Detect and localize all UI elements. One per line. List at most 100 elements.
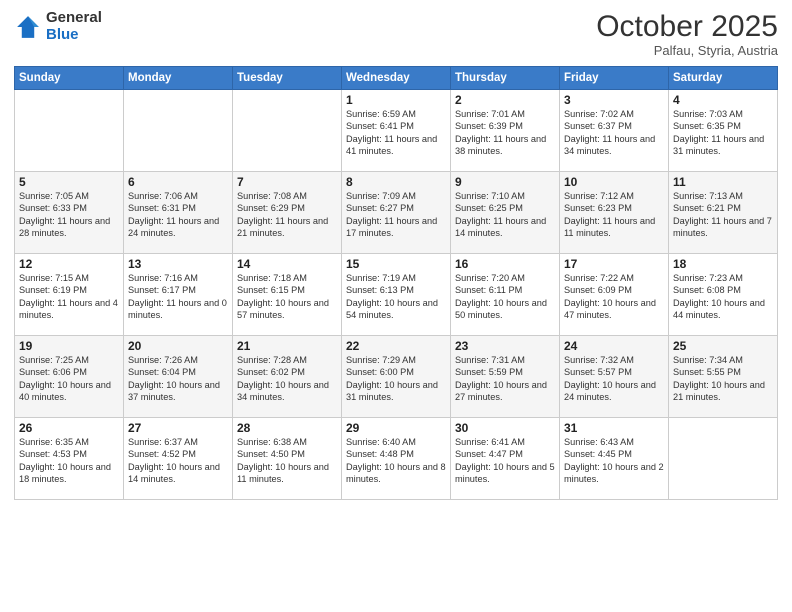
day-number: 26 <box>19 421 119 435</box>
col-wednesday: Wednesday <box>342 67 451 90</box>
col-friday: Friday <box>560 67 669 90</box>
month-title: October 2025 <box>596 10 778 43</box>
logo-general-text: General <box>46 9 102 26</box>
week-row-3: 19Sunrise: 7:25 AM Sunset: 6:06 PM Dayli… <box>15 336 778 418</box>
header: General Blue October 2025 Palfau, Styria… <box>14 10 778 58</box>
col-saturday: Saturday <box>669 67 778 90</box>
table-cell: 5Sunrise: 7:05 AM Sunset: 6:33 PM Daylig… <box>15 172 124 254</box>
day-number: 5 <box>19 175 119 189</box>
calendar-header-row: Sunday Monday Tuesday Wednesday Thursday… <box>15 67 778 90</box>
day-info: Sunrise: 6:40 AM Sunset: 4:48 PM Dayligh… <box>346 436 446 486</box>
week-row-4: 26Sunrise: 6:35 AM Sunset: 4:53 PM Dayli… <box>15 418 778 500</box>
day-info: Sunrise: 7:34 AM Sunset: 5:55 PM Dayligh… <box>673 354 773 404</box>
day-number: 21 <box>237 339 337 353</box>
day-info: Sunrise: 7:12 AM Sunset: 6:23 PM Dayligh… <box>564 190 664 240</box>
table-cell: 19Sunrise: 7:25 AM Sunset: 6:06 PM Dayli… <box>15 336 124 418</box>
day-number: 3 <box>564 93 664 107</box>
table-cell: 8Sunrise: 7:09 AM Sunset: 6:27 PM Daylig… <box>342 172 451 254</box>
day-number: 30 <box>455 421 555 435</box>
day-number: 7 <box>237 175 337 189</box>
day-info: Sunrise: 7:10 AM Sunset: 6:25 PM Dayligh… <box>455 190 555 240</box>
day-number: 4 <box>673 93 773 107</box>
day-info: Sunrise: 6:43 AM Sunset: 4:45 PM Dayligh… <box>564 436 664 486</box>
table-cell: 9Sunrise: 7:10 AM Sunset: 6:25 PM Daylig… <box>451 172 560 254</box>
table-cell: 25Sunrise: 7:34 AM Sunset: 5:55 PM Dayli… <box>669 336 778 418</box>
day-number: 19 <box>19 339 119 353</box>
table-cell: 22Sunrise: 7:29 AM Sunset: 6:00 PM Dayli… <box>342 336 451 418</box>
day-info: Sunrise: 7:18 AM Sunset: 6:15 PM Dayligh… <box>237 272 337 322</box>
day-number: 17 <box>564 257 664 271</box>
table-cell: 10Sunrise: 7:12 AM Sunset: 6:23 PM Dayli… <box>560 172 669 254</box>
table-cell: 15Sunrise: 7:19 AM Sunset: 6:13 PM Dayli… <box>342 254 451 336</box>
table-cell: 17Sunrise: 7:22 AM Sunset: 6:09 PM Dayli… <box>560 254 669 336</box>
day-number: 27 <box>128 421 228 435</box>
table-cell: 3Sunrise: 7:02 AM Sunset: 6:37 PM Daylig… <box>560 90 669 172</box>
day-number: 11 <box>673 175 773 189</box>
day-number: 28 <box>237 421 337 435</box>
table-cell: 18Sunrise: 7:23 AM Sunset: 6:08 PM Dayli… <box>669 254 778 336</box>
day-info: Sunrise: 7:20 AM Sunset: 6:11 PM Dayligh… <box>455 272 555 322</box>
table-cell: 14Sunrise: 7:18 AM Sunset: 6:15 PM Dayli… <box>233 254 342 336</box>
day-number: 6 <box>128 175 228 189</box>
day-number: 13 <box>128 257 228 271</box>
day-info: Sunrise: 7:09 AM Sunset: 6:27 PM Dayligh… <box>346 190 446 240</box>
day-info: Sunrise: 7:28 AM Sunset: 6:02 PM Dayligh… <box>237 354 337 404</box>
day-info: Sunrise: 6:59 AM Sunset: 6:41 PM Dayligh… <box>346 108 446 158</box>
week-row-1: 5Sunrise: 7:05 AM Sunset: 6:33 PM Daylig… <box>15 172 778 254</box>
day-info: Sunrise: 7:15 AM Sunset: 6:19 PM Dayligh… <box>19 272 119 322</box>
day-number: 1 <box>346 93 446 107</box>
day-number: 25 <box>673 339 773 353</box>
table-cell: 29Sunrise: 6:40 AM Sunset: 4:48 PM Dayli… <box>342 418 451 500</box>
day-info: Sunrise: 7:08 AM Sunset: 6:29 PM Dayligh… <box>237 190 337 240</box>
day-info: Sunrise: 7:16 AM Sunset: 6:17 PM Dayligh… <box>128 272 228 322</box>
table-cell: 20Sunrise: 7:26 AM Sunset: 6:04 PM Dayli… <box>124 336 233 418</box>
logo: General Blue <box>14 10 102 43</box>
col-monday: Monday <box>124 67 233 90</box>
day-info: Sunrise: 7:01 AM Sunset: 6:39 PM Dayligh… <box>455 108 555 158</box>
table-cell: 6Sunrise: 7:06 AM Sunset: 6:31 PM Daylig… <box>124 172 233 254</box>
title-block: October 2025 Palfau, Styria, Austria <box>596 10 778 58</box>
table-cell: 1Sunrise: 6:59 AM Sunset: 6:41 PM Daylig… <box>342 90 451 172</box>
page: General Blue October 2025 Palfau, Styria… <box>0 0 792 612</box>
table-cell <box>15 90 124 172</box>
day-number: 9 <box>455 175 555 189</box>
day-info: Sunrise: 7:19 AM Sunset: 6:13 PM Dayligh… <box>346 272 446 322</box>
table-cell: 4Sunrise: 7:03 AM Sunset: 6:35 PM Daylig… <box>669 90 778 172</box>
day-info: Sunrise: 7:02 AM Sunset: 6:37 PM Dayligh… <box>564 108 664 158</box>
day-info: Sunrise: 7:26 AM Sunset: 6:04 PM Dayligh… <box>128 354 228 404</box>
table-cell: 24Sunrise: 7:32 AM Sunset: 5:57 PM Dayli… <box>560 336 669 418</box>
day-info: Sunrise: 7:29 AM Sunset: 6:00 PM Dayligh… <box>346 354 446 404</box>
col-sunday: Sunday <box>15 67 124 90</box>
day-number: 22 <box>346 339 446 353</box>
table-cell <box>124 90 233 172</box>
day-number: 14 <box>237 257 337 271</box>
day-number: 31 <box>564 421 664 435</box>
day-number: 18 <box>673 257 773 271</box>
day-number: 10 <box>564 175 664 189</box>
day-info: Sunrise: 7:03 AM Sunset: 6:35 PM Dayligh… <box>673 108 773 158</box>
day-number: 12 <box>19 257 119 271</box>
table-cell: 16Sunrise: 7:20 AM Sunset: 6:11 PM Dayli… <box>451 254 560 336</box>
logo-icon <box>14 13 42 41</box>
day-info: Sunrise: 7:05 AM Sunset: 6:33 PM Dayligh… <box>19 190 119 240</box>
day-info: Sunrise: 7:25 AM Sunset: 6:06 PM Dayligh… <box>19 354 119 404</box>
day-info: Sunrise: 7:22 AM Sunset: 6:09 PM Dayligh… <box>564 272 664 322</box>
day-info: Sunrise: 7:23 AM Sunset: 6:08 PM Dayligh… <box>673 272 773 322</box>
day-number: 29 <box>346 421 446 435</box>
table-cell: 26Sunrise: 6:35 AM Sunset: 4:53 PM Dayli… <box>15 418 124 500</box>
day-info: Sunrise: 7:06 AM Sunset: 6:31 PM Dayligh… <box>128 190 228 240</box>
week-row-0: 1Sunrise: 6:59 AM Sunset: 6:41 PM Daylig… <box>15 90 778 172</box>
day-info: Sunrise: 7:31 AM Sunset: 5:59 PM Dayligh… <box>455 354 555 404</box>
table-cell: 7Sunrise: 7:08 AM Sunset: 6:29 PM Daylig… <box>233 172 342 254</box>
day-number: 24 <box>564 339 664 353</box>
location-subtitle: Palfau, Styria, Austria <box>596 43 778 58</box>
day-info: Sunrise: 7:13 AM Sunset: 6:21 PM Dayligh… <box>673 190 773 240</box>
day-number: 2 <box>455 93 555 107</box>
col-thursday: Thursday <box>451 67 560 90</box>
logo-text: General Blue <box>46 10 102 43</box>
day-info: Sunrise: 6:37 AM Sunset: 4:52 PM Dayligh… <box>128 436 228 486</box>
logo-blue-text: Blue <box>46 26 79 43</box>
table-cell: 13Sunrise: 7:16 AM Sunset: 6:17 PM Dayli… <box>124 254 233 336</box>
calendar-table: Sunday Monday Tuesday Wednesday Thursday… <box>14 66 778 500</box>
day-info: Sunrise: 6:35 AM Sunset: 4:53 PM Dayligh… <box>19 436 119 486</box>
